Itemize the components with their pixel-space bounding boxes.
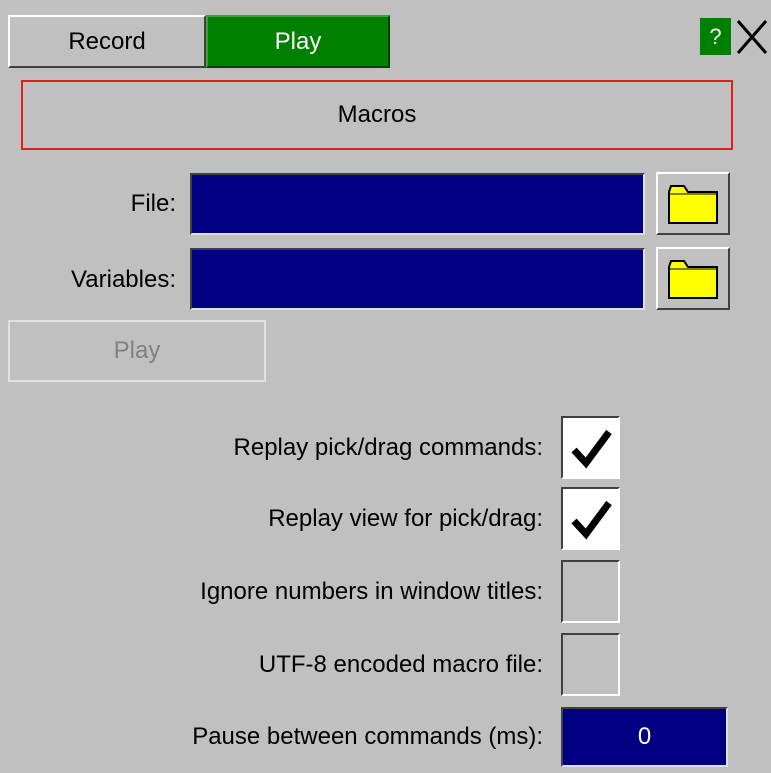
help-icon: ? [709,23,722,49]
option-replay-view-label: Replay view for pick/drag: [268,504,543,532]
pause-field[interactable]: 0 [561,707,728,767]
tab-play-label: Play [274,27,322,55]
file-label: File: [130,190,176,217]
folder-icon [668,259,718,299]
variables-field[interactable] [190,248,645,310]
play-button-label: Play [113,337,161,364]
checkmark-icon [570,429,612,468]
help-button[interactable]: ? [700,18,731,55]
macros-label: Macros [337,101,417,128]
ignore-numbers-checkbox[interactable] [561,560,620,623]
tab-play[interactable]: Play [206,15,390,68]
replay-view-checkbox[interactable] [561,487,620,550]
file-browse-button[interactable] [656,172,730,235]
variables-label: Variables: [71,266,176,293]
option-replay-pick-drag-label: Replay pick/drag commands: [233,433,543,461]
replay-pick-drag-checkbox[interactable] [561,416,620,479]
folder-icon [668,184,718,224]
option-utf8-label: UTF-8 encoded macro file: [258,650,543,678]
close-icon [736,20,768,54]
play-button[interactable]: Play [8,320,266,382]
utf8-checkbox[interactable] [561,633,620,696]
pause-label: Pause between commands (ms): [192,723,543,750]
close-button[interactable] [733,14,771,60]
tab-record[interactable]: Record [8,15,206,68]
variables-browse-button[interactable] [656,247,730,310]
checkmark-icon [570,500,612,539]
tab-record-label: Record [68,27,146,55]
file-field[interactable] [190,173,645,235]
macros-button[interactable]: Macros [21,80,733,150]
option-ignore-numbers-label: Ignore numbers in window titles: [200,577,543,605]
